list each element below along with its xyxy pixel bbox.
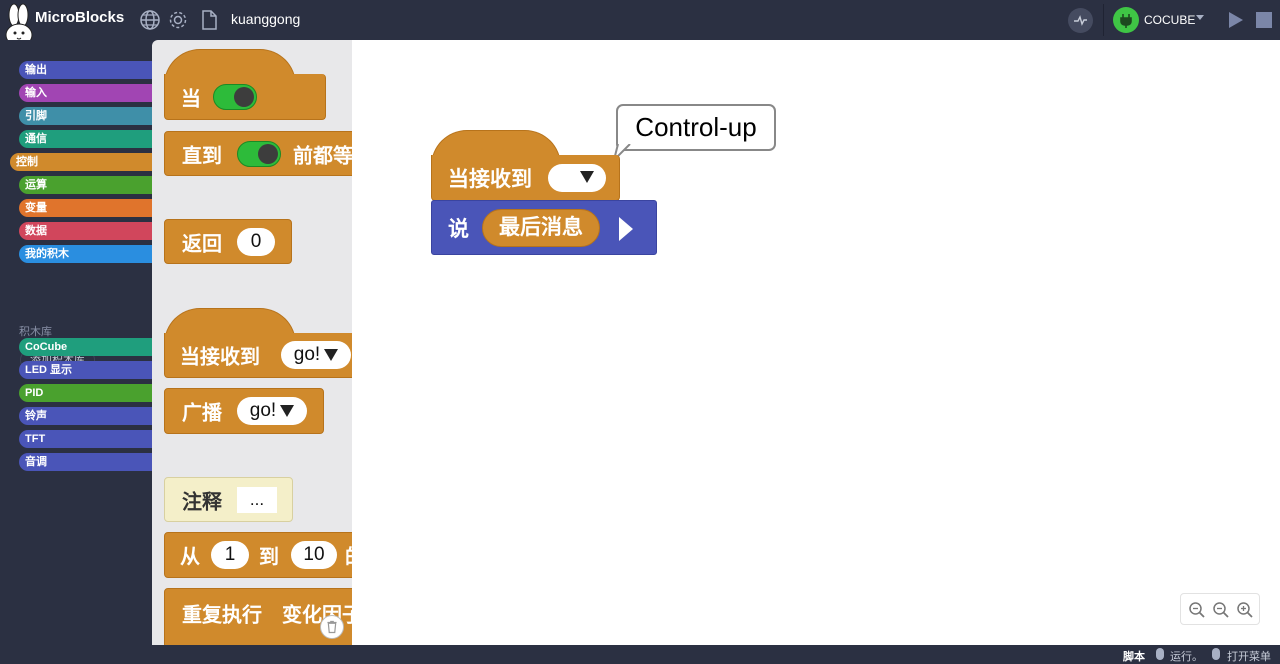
last-message-reporter[interactable]: 最后消息 (482, 209, 600, 247)
play-button[interactable] (1229, 12, 1243, 28)
board-connection-icon[interactable] (1113, 7, 1139, 33)
comment-input[interactable]: ... (237, 487, 277, 513)
message-dropdown[interactable]: go! (281, 341, 351, 369)
palette-block-broadcast[interactable]: 广播 go! (164, 388, 324, 434)
mouse-icon (1156, 648, 1164, 660)
message-dropdown[interactable] (548, 163, 606, 192)
block-label: 直到 (182, 145, 222, 167)
block-label: 说 (448, 217, 469, 241)
block-palette: 当 直到 前都等 返回 0 当接收到 go! 广播 go! 注释 ... 从 1… (152, 40, 352, 645)
app-title: MicroBlocks (35, 9, 125, 26)
palette-block-for[interactable]: 从 1 到 10 的 (164, 532, 352, 578)
for-start-input[interactable]: 1 (211, 541, 249, 569)
zoom-reset-icon[interactable] (1188, 601, 1206, 619)
category-control[interactable]: 控制 (10, 153, 152, 171)
library-tone[interactable]: 音调 (19, 453, 152, 471)
expand-arrow-icon[interactable] (619, 217, 633, 241)
block-label: 返回 (182, 233, 222, 255)
zoom-controls (1180, 593, 1260, 625)
gear-icon[interactable] (167, 9, 189, 31)
scripts-label: 脚本 (1123, 651, 1145, 663)
block-label: 当接收到 (448, 167, 532, 191)
toolbar-divider (1103, 4, 1104, 36)
broadcast-dropdown[interactable]: go! (237, 397, 307, 425)
file-icon[interactable] (198, 9, 220, 31)
category-variables[interactable]: 变量 (19, 199, 152, 217)
open-menu-hint: 打开菜单 (1227, 651, 1271, 663)
status-bar: 脚本 运行。 打开菜单 (0, 645, 1280, 664)
block-label: 重复执行 (182, 604, 262, 627)
block-label: 到 (259, 546, 279, 569)
for-end-input[interactable]: 10 (291, 541, 337, 569)
palette-block-comment[interactable]: 注释 ... (164, 477, 293, 522)
script-block-say[interactable]: 说 最后消息 (431, 200, 657, 255)
block-label: 的 (345, 541, 352, 570)
top-bar: MicroBlocks kuanggong COCUBE (0, 0, 1280, 47)
category-sidebar: 输出 输入 引脚 通信 控制 运算 变量 数据 我的积木 积木库 添加积木库 C… (0, 40, 152, 645)
category-comm[interactable]: 通信 (19, 130, 152, 148)
category-pins[interactable]: 引脚 (19, 107, 152, 125)
category-output[interactable]: 输出 (19, 61, 152, 79)
block-label: 当接收到 (180, 346, 260, 369)
block-label: 前都等 (293, 145, 352, 167)
category-operators[interactable]: 运算 (19, 176, 152, 194)
run-hint: 运行。 (1170, 651, 1203, 663)
block-label: 从 (180, 546, 200, 569)
zoom-in-icon[interactable] (1236, 601, 1254, 619)
zoom-out-icon[interactable] (1212, 601, 1230, 619)
library-ringtone[interactable]: 铃声 (19, 407, 152, 425)
palette-block-return[interactable]: 返回 0 (164, 219, 292, 264)
libraries-heading: 积木库 (19, 326, 52, 338)
chevron-down-icon[interactable] (1196, 15, 1204, 20)
graph-button[interactable] (1068, 8, 1093, 33)
category-my-blocks[interactable]: 我的积木 (19, 245, 152, 263)
toggle-switch[interactable] (237, 140, 281, 167)
board-name[interactable]: COCUBE (1144, 13, 1195, 27)
globe-icon[interactable] (139, 9, 161, 31)
project-name[interactable]: kuanggong (231, 11, 300, 27)
mouse-icon (1212, 648, 1220, 660)
script-canvas[interactable]: Control-up 当接收到 说 最后消息 (352, 40, 1280, 645)
script-hat-when-received[interactable]: 当接收到 (431, 155, 620, 201)
speech-bubble: Control-up (616, 104, 776, 151)
block-label: 当 (181, 88, 201, 110)
toggle-switch[interactable] (213, 83, 257, 110)
palette-block-when-received[interactable]: 当接收到 go! (164, 333, 352, 378)
palette-block-wait-until[interactable]: 直到 前都等 (164, 131, 352, 176)
library-pid[interactable]: PID (19, 384, 152, 402)
graph-icon (1074, 15, 1087, 26)
stop-button[interactable] (1256, 12, 1272, 28)
library-cocube[interactable]: CoCube (19, 338, 152, 356)
block-label: 广播 (182, 402, 222, 425)
trash-icon[interactable] (320, 615, 344, 639)
category-input[interactable]: 输入 (19, 84, 152, 102)
library-tft[interactable]: TFT (19, 430, 152, 448)
library-led[interactable]: LED 显示 (19, 361, 152, 379)
block-label: 注释 (182, 491, 222, 513)
palette-block-when[interactable]: 当 (164, 74, 326, 120)
return-value-input[interactable]: 0 (237, 227, 275, 256)
category-data[interactable]: 数据 (19, 222, 152, 240)
